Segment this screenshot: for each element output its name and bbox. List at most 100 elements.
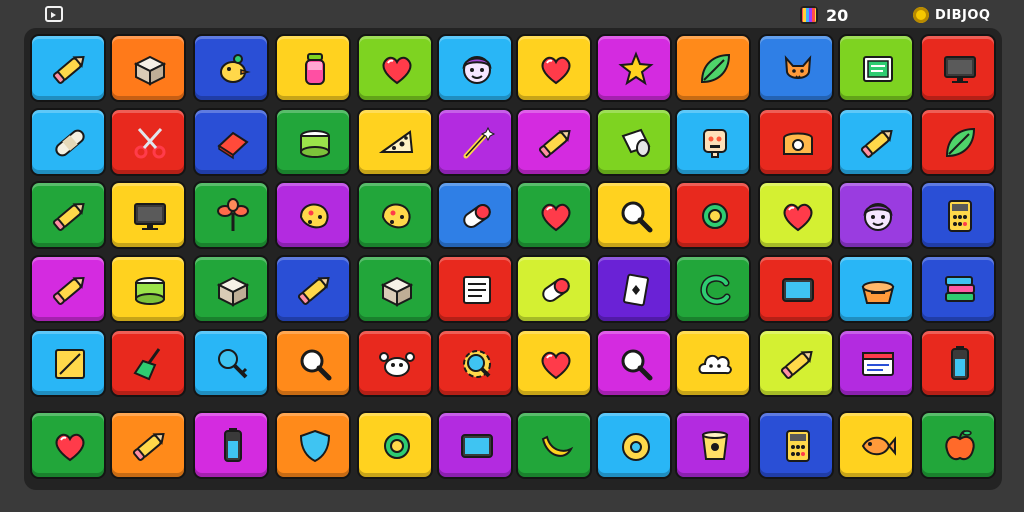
game-tile[interactable]	[110, 108, 186, 176]
face-icon	[859, 197, 897, 235]
coin-icon	[913, 7, 929, 23]
face-icon	[458, 50, 496, 88]
box-icon	[214, 271, 252, 309]
game-tile[interactable]	[838, 108, 914, 176]
game-tile[interactable]	[596, 255, 672, 323]
game-tile[interactable]	[758, 34, 834, 102]
game-tile[interactable]	[193, 108, 269, 176]
bird-icon	[214, 50, 252, 88]
game-tile[interactable]	[357, 108, 433, 176]
game-tile[interactable]	[758, 108, 834, 176]
game-tile[interactable]	[357, 255, 433, 323]
game-tile[interactable]	[110, 411, 186, 479]
game-tile[interactable]	[920, 108, 996, 176]
game-tile[interactable]	[675, 255, 751, 323]
basket-icon	[859, 271, 897, 309]
heart-icon	[779, 197, 817, 235]
search-icon	[617, 197, 655, 235]
phone-icon	[779, 124, 817, 162]
game-tile[interactable]	[838, 181, 914, 249]
menu-button[interactable]	[45, 6, 63, 22]
heart-icon	[537, 50, 575, 88]
game-tile[interactable]	[110, 181, 186, 249]
pencil-icon	[296, 271, 334, 309]
game-tile[interactable]	[193, 329, 269, 397]
game-tile[interactable]	[193, 411, 269, 479]
letter-c-icon	[696, 271, 734, 309]
game-tile[interactable]	[596, 329, 672, 397]
coin-label: DIBJOQ	[935, 7, 991, 23]
game-tile[interactable]	[437, 329, 513, 397]
game-tile[interactable]	[275, 108, 351, 176]
top-bar: 20 DIBJOQ	[0, 0, 1024, 30]
game-tile[interactable]	[516, 411, 592, 479]
game-tile[interactable]	[516, 34, 592, 102]
game-tile[interactable]	[758, 181, 834, 249]
game-tile[interactable]	[275, 329, 351, 397]
game-tile[interactable]	[838, 34, 914, 102]
game-tile[interactable]	[275, 34, 351, 102]
game-tile[interactable]	[357, 181, 433, 249]
game-tile[interactable]	[516, 255, 592, 323]
game-tile[interactable]	[437, 181, 513, 249]
leaf-icon	[941, 124, 979, 162]
game-tile[interactable]	[675, 34, 751, 102]
notepad-icon	[458, 271, 496, 309]
game-tile[interactable]	[437, 108, 513, 176]
game-tile[interactable]	[30, 329, 106, 397]
ring-icon	[378, 427, 416, 465]
game-tile[interactable]	[193, 181, 269, 249]
game-tile[interactable]	[758, 411, 834, 479]
game-tile[interactable]	[675, 329, 751, 397]
game-tile[interactable]	[30, 255, 106, 323]
game-tile[interactable]	[437, 34, 513, 102]
game-tile[interactable]	[110, 255, 186, 323]
ring-icon	[696, 197, 734, 235]
game-tile[interactable]	[357, 34, 433, 102]
game-tile[interactable]	[516, 329, 592, 397]
game-tile[interactable]	[758, 329, 834, 397]
game-tile[interactable]	[357, 411, 433, 479]
game-tile[interactable]	[30, 108, 106, 176]
game-tile[interactable]	[838, 329, 914, 397]
books-icon	[941, 271, 979, 309]
game-tile[interactable]	[110, 34, 186, 102]
game-tile[interactable]	[193, 255, 269, 323]
game-tile[interactable]	[516, 181, 592, 249]
game-tile[interactable]	[675, 411, 751, 479]
game-tile[interactable]	[758, 255, 834, 323]
game-tile[interactable]	[437, 411, 513, 479]
game-tile[interactable]	[596, 411, 672, 479]
game-tile[interactable]	[437, 255, 513, 323]
game-tile[interactable]	[920, 329, 996, 397]
game-tile[interactable]	[275, 255, 351, 323]
game-tile[interactable]	[838, 411, 914, 479]
game-tile[interactable]	[920, 411, 996, 479]
game-tile[interactable]	[920, 181, 996, 249]
key-icon	[214, 345, 252, 383]
game-tile[interactable]	[30, 34, 106, 102]
game-tile[interactable]	[275, 181, 351, 249]
game-tile[interactable]	[675, 108, 751, 176]
star-icon	[617, 50, 655, 88]
game-tile[interactable]	[596, 181, 672, 249]
fish-icon	[859, 427, 897, 465]
score-value: 20	[826, 5, 849, 25]
game-tile[interactable]	[838, 255, 914, 323]
game-tile[interactable]	[920, 34, 996, 102]
game-tile[interactable]	[675, 181, 751, 249]
tape-icon	[617, 427, 655, 465]
game-tile[interactable]	[110, 329, 186, 397]
game-tile[interactable]	[920, 255, 996, 323]
game-tile[interactable]	[596, 34, 672, 102]
game-tile[interactable]	[596, 108, 672, 176]
game-tile[interactable]	[516, 108, 592, 176]
game-tile[interactable]	[357, 329, 433, 397]
heart-icon	[378, 50, 416, 88]
game-tile[interactable]	[193, 34, 269, 102]
game-tile[interactable]	[275, 411, 351, 479]
game-tile[interactable]	[30, 181, 106, 249]
tablet-icon	[458, 427, 496, 465]
game-tile[interactable]	[30, 411, 106, 479]
pencil-icon	[859, 124, 897, 162]
